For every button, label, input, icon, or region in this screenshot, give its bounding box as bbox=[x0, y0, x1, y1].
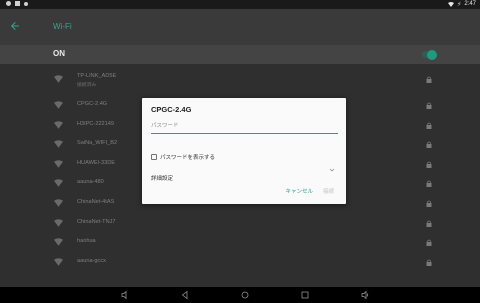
password-input[interactable] bbox=[151, 119, 338, 134]
lock-icon bbox=[426, 181, 432, 188]
network-ssid: HUAWEI-33DE bbox=[77, 159, 116, 166]
back-arrow-icon[interactable] bbox=[9, 20, 21, 32]
lock-icon bbox=[426, 259, 432, 266]
show-password-option[interactable]: パスワードを表示する bbox=[151, 153, 215, 161]
network-ssid: ChinaNet-TNJ7 bbox=[77, 218, 116, 225]
settings-icon bbox=[6, 1, 11, 6]
network-ssid: ChinaNet-4tAS bbox=[77, 198, 115, 205]
network-ssid: TP-LINK_AD5E bbox=[77, 73, 117, 79]
lock-icon bbox=[426, 161, 432, 168]
dot-icon bbox=[24, 1, 28, 6]
wifi-signal-icon bbox=[448, 1, 455, 7]
chevron-down-icon bbox=[329, 168, 335, 172]
battery-icon: ⚡ bbox=[457, 1, 462, 8]
wifi-icon bbox=[54, 120, 63, 129]
network-ssid: aauna-gccx bbox=[77, 257, 106, 264]
network-item[interactable]: aauna-gccx bbox=[0, 253, 480, 273]
wifi-icon bbox=[54, 140, 63, 148]
lock-icon bbox=[426, 76, 432, 83]
advanced-options-dropdown[interactable]: 詳細設定 bbox=[151, 167, 341, 182]
status-left-icons bbox=[6, 1, 28, 6]
screenshot-icon[interactable] bbox=[360, 290, 370, 300]
network-item[interactable]: ChinaNet-TNJ7 bbox=[0, 214, 480, 234]
status-bar: ⚡ 2:47 bbox=[0, 0, 480, 9]
status-right: ⚡ 2:47 bbox=[448, 1, 476, 8]
page-title: Wi-Fi bbox=[53, 22, 72, 31]
show-password-checkbox[interactable] bbox=[151, 154, 157, 160]
wifi-toggle-switch[interactable] bbox=[422, 49, 437, 60]
network-ssid: SaiNa_WIFI_B2 bbox=[77, 140, 118, 147]
network-ssid: CPGC-2.4G bbox=[77, 101, 108, 107]
lock-icon bbox=[426, 239, 432, 247]
network-status: 接続済み bbox=[77, 83, 97, 88]
volume-icon[interactable] bbox=[120, 290, 130, 300]
wifi-icon bbox=[54, 238, 63, 246]
wifi-on-label: ON bbox=[53, 49, 65, 58]
status-time: 2:47 bbox=[464, 1, 476, 7]
wifi-icon bbox=[54, 75, 63, 83]
navigation-bar bbox=[0, 287, 480, 303]
lock-icon bbox=[426, 102, 432, 109]
show-password-label: パスワードを表示する bbox=[160, 155, 216, 161]
dialog-actions: キャンセル 接続 bbox=[285, 187, 334, 195]
recents-nav-icon[interactable] bbox=[300, 290, 310, 300]
wifi-icon bbox=[54, 160, 63, 168]
toggle-knob bbox=[427, 49, 437, 60]
network-ssid: aauna-480 bbox=[77, 179, 104, 186]
cancel-button[interactable]: キャンセル bbox=[285, 187, 313, 195]
network-item[interactable]: haohua bbox=[0, 233, 480, 253]
lock-icon bbox=[426, 200, 432, 207]
wifi-password-dialog: CPGC-2.4G パスワードを表示する 詳細設定 キャンセル 接続 bbox=[142, 98, 346, 204]
wifi-icon bbox=[54, 258, 63, 266]
home-nav-icon[interactable] bbox=[240, 290, 250, 300]
wifi-icon bbox=[54, 101, 63, 109]
advanced-options-label: 詳細設定 bbox=[151, 176, 174, 182]
wifi-icon bbox=[54, 179, 63, 188]
network-ssid: H3IPC-222149 bbox=[77, 120, 115, 127]
wifi-icon bbox=[54, 199, 63, 207]
connect-button[interactable]: 接続 bbox=[323, 187, 334, 195]
lock-icon bbox=[426, 220, 432, 227]
network-item[interactable]: TP-LINK_AD5E 接続済み bbox=[0, 64, 480, 96]
notification-icon bbox=[15, 1, 20, 6]
lock-icon bbox=[426, 122, 432, 129]
wifi-master-toggle-row[interactable]: ON bbox=[0, 45, 480, 64]
lock-icon bbox=[426, 141, 432, 149]
network-ssid: haohua bbox=[77, 238, 96, 245]
back-nav-icon[interactable] bbox=[180, 290, 190, 300]
dialog-title: CPGC-2.4G bbox=[151, 105, 192, 114]
app-bar: Wi-Fi bbox=[0, 9, 480, 45]
wifi-icon bbox=[54, 218, 63, 227]
